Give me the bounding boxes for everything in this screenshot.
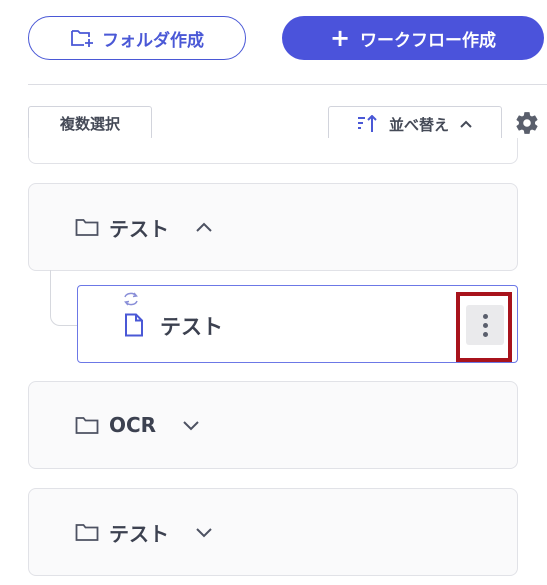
folder-row[interactable]: テスト [28, 488, 518, 576]
folder-name: OCR [109, 413, 157, 437]
folder-icon [75, 524, 99, 541]
sync-icon [124, 292, 138, 306]
create-workflow-label: ワークフロー作成 [360, 30, 497, 51]
create-workflow-button[interactable]: + ワークフロー作成 [282, 16, 544, 60]
document-icon [125, 313, 143, 337]
sort-label: 並べ替え [388, 115, 449, 134]
folder-name: テスト [109, 521, 169, 546]
chevron-up-icon [460, 120, 472, 128]
chevron-down-icon[interactable] [195, 526, 213, 538]
list-item-partial [28, 138, 518, 164]
workflow-name: テスト [160, 315, 223, 339]
divider [28, 84, 547, 85]
folder-icon [75, 219, 99, 236]
sort-button[interactable]: 並べ替え [328, 106, 502, 142]
create-folder-button[interactable]: フォルダ作成 [28, 16, 246, 60]
multi-select-label: 複数選択 [59, 114, 120, 133]
create-folder-label: フォルダ作成 [102, 30, 204, 51]
folder-row[interactable]: テスト [28, 183, 518, 271]
multi-select-button[interactable]: 複数選択 [28, 106, 152, 140]
sort-icon [357, 115, 377, 132]
gear-icon[interactable] [514, 110, 540, 136]
folder-icon [75, 417, 99, 434]
tree-connector [50, 270, 80, 326]
plus-icon: + [329, 24, 351, 52]
highlight-box [456, 292, 512, 362]
chevron-up-icon[interactable] [195, 221, 213, 233]
folder-name: テスト [109, 216, 169, 241]
folder-plus-icon [71, 30, 93, 47]
chevron-down-icon[interactable] [182, 419, 200, 431]
folder-row[interactable]: OCR [28, 381, 518, 469]
